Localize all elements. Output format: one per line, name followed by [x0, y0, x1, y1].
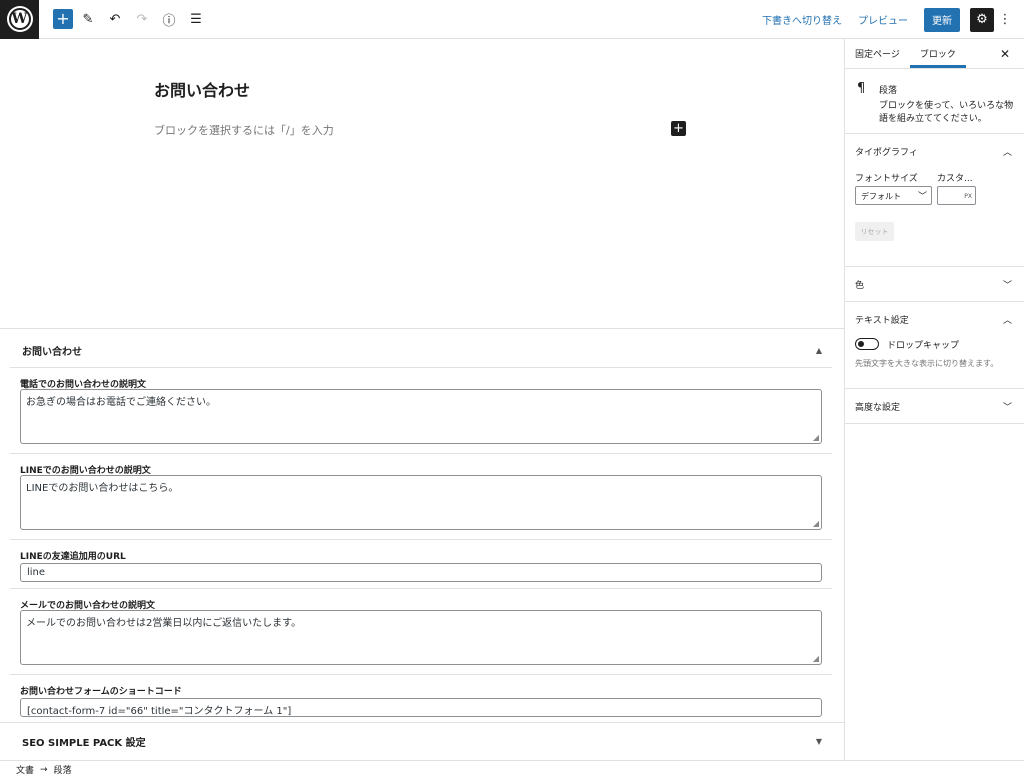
panel-title: 高度な設定: [855, 402, 901, 413]
seo-metabox-header[interactable]: SEO SIMPLE PACK 設定 ▼: [0, 722, 844, 760]
contact-metabox-header[interactable]: お問い合わせ ▲: [0, 331, 844, 369]
divider: [10, 367, 832, 368]
chevron-up-icon: ︿: [1002, 147, 1012, 158]
meta-boxes: お問い合わせ ▲ 電話でのお問い合わせの説明文 お急ぎの場合はお電話でご連絡くだ…: [0, 328, 844, 760]
line-description-textarea[interactable]: LINEでのお問い合わせはこちら。 ◢: [20, 475, 822, 530]
editor-canvas: お問い合わせ ブロックを選択するには「/」を入力 +: [0, 39, 844, 328]
block-description: ブロックを使って、いろいろな物語を組み立ててください。: [879, 101, 1014, 124]
divider: [10, 539, 832, 540]
update-button[interactable]: 更新: [924, 7, 960, 32]
field-label: LINEの友達追加用のURL: [20, 552, 126, 562]
panel-title: タイポグラフィ: [855, 147, 918, 158]
contact-metabox-title: お問い合わせ: [22, 346, 82, 358]
wordpress-icon: W: [8, 8, 31, 30]
divider: [10, 453, 832, 454]
arrow-right-icon: →: [40, 764, 48, 775]
block-placeholder[interactable]: ブロックを選択するには「/」を入力: [154, 122, 334, 138]
breadcrumb: 文書 → 段落: [0, 760, 1024, 778]
color-panel-toggle[interactable]: 色 ﹀: [845, 267, 1024, 301]
preview-link[interactable]: プレビュー: [858, 12, 908, 27]
divider: [10, 588, 832, 589]
seo-metabox-title: SEO SIMPLE PACK 設定: [22, 737, 146, 749]
divider: [10, 674, 832, 675]
drop-cap-label: ドロップキャップ: [887, 341, 960, 351]
undo-icon[interactable]: ↶: [103, 7, 127, 31]
sidebar-tabs: 固定ページ ブロック ✕: [845, 39, 1024, 69]
settings-sidebar: 固定ページ ブロック ✕ ¶ 段落 ブロックを使って、いろいろな物語を組み立てて…: [844, 39, 1024, 760]
typography-panel: タイポグラフィ ︿ フォントサイズ カスタ... デフォルト ﹀ PX リセット: [845, 134, 1024, 267]
toggle-knob: [858, 341, 864, 347]
color-panel: 色 ﹀: [845, 267, 1024, 302]
resize-grip-icon[interactable]: ◢: [813, 519, 819, 528]
add-block-button[interactable]: +: [53, 9, 73, 29]
drop-cap-toggle[interactable]: [855, 338, 879, 350]
drop-cap-help: 先頭文字を大きな表示に切り替えます。: [855, 359, 999, 368]
mail-description-textarea[interactable]: メールでのお問い合わせは2営業日以内にご返信いたします。 ◢: [20, 610, 822, 665]
reset-button[interactable]: リセット: [855, 222, 894, 241]
breadcrumb-paragraph[interactable]: 段落: [54, 763, 72, 776]
chevron-down-icon: ﹀: [917, 192, 927, 202]
more-options-icon[interactable]: ⋮: [998, 8, 1012, 32]
textarea-value: LINEでのお問い合わせはこちら。: [26, 483, 179, 494]
paragraph-icon: ¶: [857, 81, 866, 96]
block-card: ¶ 段落 ブロックを使って、いろいろな物語を組み立ててください。: [845, 69, 1024, 134]
unit-label: PX: [964, 193, 972, 200]
phone-description-textarea[interactable]: お急ぎの場合はお電話でご連絡ください。 ◢: [20, 389, 822, 444]
text-settings-panel: テキスト設定 ︿ ドロップキャップ 先頭文字を大きな表示に切り替えます。: [845, 302, 1024, 389]
close-icon[interactable]: ✕: [1000, 47, 1010, 61]
text-settings-panel-toggle[interactable]: テキスト設定 ︿: [845, 302, 1024, 336]
wordpress-logo-button[interactable]: W: [0, 0, 39, 39]
settings-gear-icon[interactable]: ⚙: [970, 7, 994, 32]
tab-page[interactable]: 固定ページ: [845, 39, 910, 68]
field-label: お問い合わせフォームのショートコード: [20, 687, 182, 697]
select-value: デフォルト: [861, 192, 901, 201]
font-size-label: フォントサイズ: [855, 174, 918, 184]
chevron-down-icon: ﹀: [1002, 280, 1012, 291]
advanced-panel-toggle[interactable]: 高度な設定 ﹀: [845, 389, 1024, 423]
tab-block[interactable]: ブロック: [909, 39, 966, 68]
edit-tools-icon[interactable]: ✎: [76, 7, 100, 31]
typography-panel-toggle[interactable]: タイポグラフィ ︿: [845, 134, 1024, 168]
page-title[interactable]: お問い合わせ: [154, 77, 250, 101]
redo-icon[interactable]: ↷: [130, 7, 154, 31]
line-url-input[interactable]: line: [20, 563, 822, 582]
list-view-icon[interactable]: ☰: [184, 7, 208, 31]
resize-grip-icon[interactable]: ◢: [813, 654, 819, 663]
custom-size-label: カスタ...: [937, 174, 973, 184]
panel-title: 色: [855, 280, 865, 291]
expand-triangle-icon[interactable]: ▼: [816, 737, 822, 746]
switch-to-draft-link[interactable]: 下書きへ切り替え: [762, 12, 842, 27]
chevron-down-icon: ﹀: [1002, 402, 1012, 413]
info-icon[interactable]: ⓘ: [157, 7, 181, 31]
custom-font-size-input[interactable]: PX: [937, 186, 976, 205]
collapse-triangle-icon[interactable]: ▲: [816, 346, 822, 355]
font-size-select[interactable]: デフォルト ﹀: [855, 186, 932, 205]
textarea-value: お急ぎの場合はお電話でご連絡ください。: [26, 397, 216, 408]
block-name: 段落: [879, 86, 898, 96]
form-shortcode-input[interactable]: [contact-form-7 id="66" title="コンタクトフォーム…: [20, 698, 822, 717]
inline-add-block-button[interactable]: +: [671, 121, 686, 136]
advanced-panel: 高度な設定 ﹀: [845, 389, 1024, 424]
textarea-value: メールでのお問い合わせは2営業日以内にご返信いたします。: [26, 618, 302, 629]
chevron-up-icon: ︿: [1002, 315, 1012, 326]
panel-title: テキスト設定: [855, 315, 909, 326]
breadcrumb-document[interactable]: 文書: [16, 763, 34, 776]
top-toolbar: W + ✎ ↶ ↷ ⓘ ☰ 下書きへ切り替え プレビュー 更新 ⚙ ⋮: [0, 0, 1024, 39]
resize-grip-icon[interactable]: ◢: [813, 433, 819, 442]
